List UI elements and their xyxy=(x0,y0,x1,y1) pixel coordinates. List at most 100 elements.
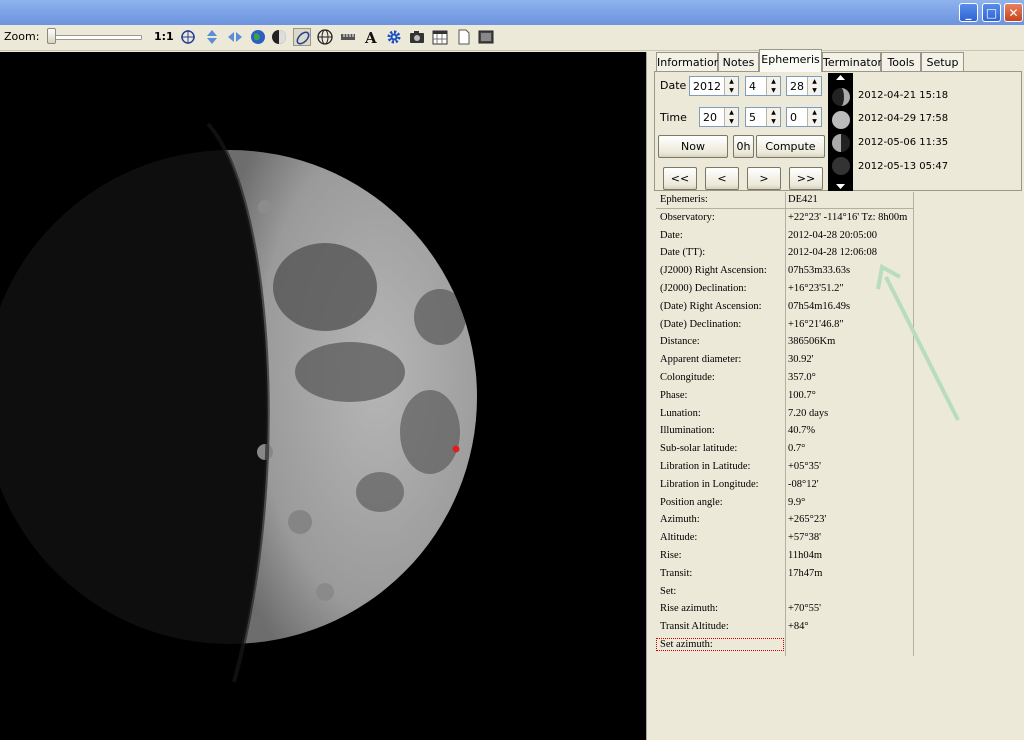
spin-down-icon[interactable]: ▼ xyxy=(724,86,738,95)
year-value: 2012 xyxy=(693,80,721,93)
spin-up-icon[interactable]: ▲ xyxy=(766,108,780,117)
calendar-icon xyxy=(432,30,448,45)
libration-button[interactable] xyxy=(293,28,311,46)
tab-terminator[interactable]: Terminator xyxy=(822,52,882,71)
tab-tools[interactable]: Tools xyxy=(881,52,921,71)
center-target-button[interactable] xyxy=(179,28,197,46)
snapshot-button[interactable] xyxy=(408,28,426,46)
row-value: 11h04m xyxy=(788,550,823,561)
close-button[interactable]: ✕ xyxy=(1004,3,1023,22)
spin-up-icon[interactable]: ▲ xyxy=(807,108,821,117)
globe-icon xyxy=(251,30,265,44)
grid-globe-icon xyxy=(317,29,333,45)
month-spinner[interactable]: 4 ▲ ▼ xyxy=(745,76,781,96)
minute-value: 5 xyxy=(749,111,756,124)
row-value: +70°55' xyxy=(788,603,822,615)
header-divider xyxy=(656,208,914,209)
ellipse-icon xyxy=(296,31,310,45)
earth-view-button[interactable] xyxy=(249,28,267,46)
new-page-button[interactable] xyxy=(455,28,473,46)
maximize-button[interactable]: □ xyxy=(982,3,1001,22)
row-label: Transit: xyxy=(660,567,693,579)
moon-view[interactable] xyxy=(0,52,646,740)
hour-value: 20 xyxy=(703,111,717,124)
minimize-button[interactable]: _ xyxy=(959,3,978,22)
next-button[interactable]: > xyxy=(747,167,781,190)
labels-button[interactable]: A xyxy=(362,28,380,46)
row-label: Phase: xyxy=(660,389,688,401)
row-label: Rise azimuth: xyxy=(660,603,719,615)
row-value: 2012-04-28 12:06:08 xyxy=(788,247,877,259)
spin-down-icon[interactable]: ▼ xyxy=(807,117,821,126)
svg-text:A: A xyxy=(364,29,377,45)
next-fast-button[interactable]: >> xyxy=(789,167,823,190)
spin-down-icon[interactable]: ▼ xyxy=(766,117,780,126)
row-label: (Date) Right Ascension: xyxy=(660,300,762,312)
phase-view-button[interactable] xyxy=(270,28,288,46)
row-value: +22°23' -114°16' Tz: 8h00m xyxy=(788,211,908,223)
flip-horizontal-button[interactable] xyxy=(226,28,244,46)
row-value: +84° xyxy=(788,621,809,633)
moon-image xyxy=(0,122,477,683)
scroll-up-icon xyxy=(836,75,845,80)
row-value: 100.7° xyxy=(788,389,816,401)
day-spinner[interactable]: 28 ▲ ▼ xyxy=(786,76,822,96)
row-label: Date: xyxy=(660,229,683,241)
phase-list[interactable] xyxy=(828,73,853,191)
spin-down-icon[interactable]: ▼ xyxy=(807,86,821,95)
row-label: Set: xyxy=(660,585,677,597)
grid-button[interactable] xyxy=(316,28,334,46)
moon-phase-icon xyxy=(272,30,286,44)
row-label: Illumination: xyxy=(660,425,715,437)
spin-up-icon[interactable]: ▲ xyxy=(807,77,821,86)
ruler-icon xyxy=(341,34,355,40)
settings-button[interactable] xyxy=(385,28,403,46)
column-divider xyxy=(785,192,786,656)
phase-date-full-moon[interactable]: 2012-05-06 11:35 xyxy=(858,137,948,148)
previous-fast-button[interactable]: << xyxy=(663,167,697,190)
row-label: Date (TT): xyxy=(660,247,706,259)
tab-ephemeris[interactable]: Ephemeris xyxy=(759,49,822,72)
row-value: 9.9° xyxy=(788,496,806,508)
year-spinner[interactable]: 2012 ▲ ▼ xyxy=(689,76,739,96)
calendar-button[interactable] xyxy=(431,28,449,46)
fullscreen-button[interactable] xyxy=(477,28,495,46)
second-spinner[interactable]: 0 ▲ ▼ xyxy=(786,107,822,127)
zero-hour-button[interactable]: 0h xyxy=(733,135,754,158)
phase-date-new-moon[interactable]: 2012-04-21 15:18 xyxy=(858,90,948,101)
zoom-ratio[interactable]: 1:1 xyxy=(154,30,174,43)
flip-vertical-button[interactable] xyxy=(203,28,221,46)
hour-spinner[interactable]: 20 ▲ ▼ xyxy=(699,107,739,127)
spin-up-icon[interactable]: ▲ xyxy=(724,77,738,86)
scroll-down-icon xyxy=(836,184,845,189)
compute-button[interactable]: Compute xyxy=(756,135,825,158)
tab-setup[interactable]: Setup xyxy=(921,52,964,71)
observer-marker xyxy=(452,445,460,453)
row-value: +57°38' xyxy=(788,532,822,544)
minute-spinner[interactable]: 5 ▲ ▼ xyxy=(745,107,781,127)
panel-splitter[interactable] xyxy=(646,52,653,740)
row-value: +265°23' xyxy=(788,514,827,526)
row-label: Distance: xyxy=(660,336,700,348)
text-icon: A xyxy=(364,29,377,45)
row-value: +05°35' xyxy=(788,461,822,472)
crosshair-icon xyxy=(181,30,195,44)
row-value: DE421 xyxy=(788,194,818,205)
spin-up-icon[interactable]: ▲ xyxy=(724,108,738,117)
row-value: -08°12' xyxy=(788,478,819,490)
spin-down-icon[interactable]: ▼ xyxy=(724,117,738,126)
phase-date-last-quarter[interactable]: 2012-05-13 05:47 xyxy=(858,161,948,172)
scale-button[interactable] xyxy=(339,28,357,46)
time-label: Time xyxy=(660,111,687,124)
spin-down-icon[interactable]: ▼ xyxy=(766,86,780,95)
now-button[interactable]: Now xyxy=(658,135,728,158)
document-icon xyxy=(458,29,470,45)
zoom-slider[interactable] xyxy=(47,35,142,40)
spin-up-icon[interactable]: ▲ xyxy=(766,77,780,86)
tab-notes[interactable]: Notes xyxy=(718,52,759,71)
tab-information[interactable]: Information xyxy=(656,52,721,71)
zoom-slider-thumb[interactable] xyxy=(47,28,56,44)
previous-button[interactable]: < xyxy=(705,167,739,190)
row-label: (Date) Declination: xyxy=(660,318,742,330)
phase-date-first-quarter[interactable]: 2012-04-29 17:58 xyxy=(858,113,948,124)
